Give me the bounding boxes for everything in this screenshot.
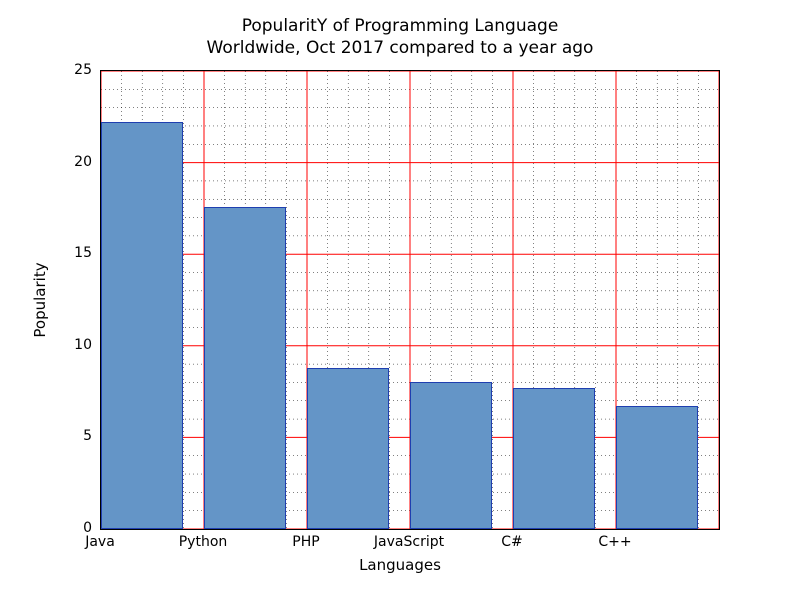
chart-title-line2: Worldwide, Oct 2017 compared to a year a… [0,38,800,58]
chart-figure: PopularitY of Programming Language World… [0,0,800,600]
x-axis-label: Languages [0,556,800,574]
x-tick-label: C++ [598,534,631,550]
bar-java [101,122,183,529]
y-tick-label: 25 [52,62,92,78]
x-tick-label: PHP [292,534,319,550]
plot-area [100,70,720,530]
x-tick-label: C# [501,534,523,550]
y-tick-label: 15 [52,245,92,261]
x-tick-label: JavaScript [374,534,444,550]
y-axis-label: Popularity [31,262,49,337]
bar-c [513,388,595,529]
bar-c [616,406,698,529]
chart-title-line1: PopularitY of Programming Language [0,16,800,36]
y-tick-label: 20 [52,154,92,170]
bar-python [204,207,286,529]
bar-javascript [410,382,492,529]
x-tick-label: Java [85,534,115,550]
bar-php [307,368,389,529]
y-tick-label: 10 [52,337,92,353]
y-tick-label: 5 [52,428,92,444]
x-tick-label: Python [179,534,228,550]
